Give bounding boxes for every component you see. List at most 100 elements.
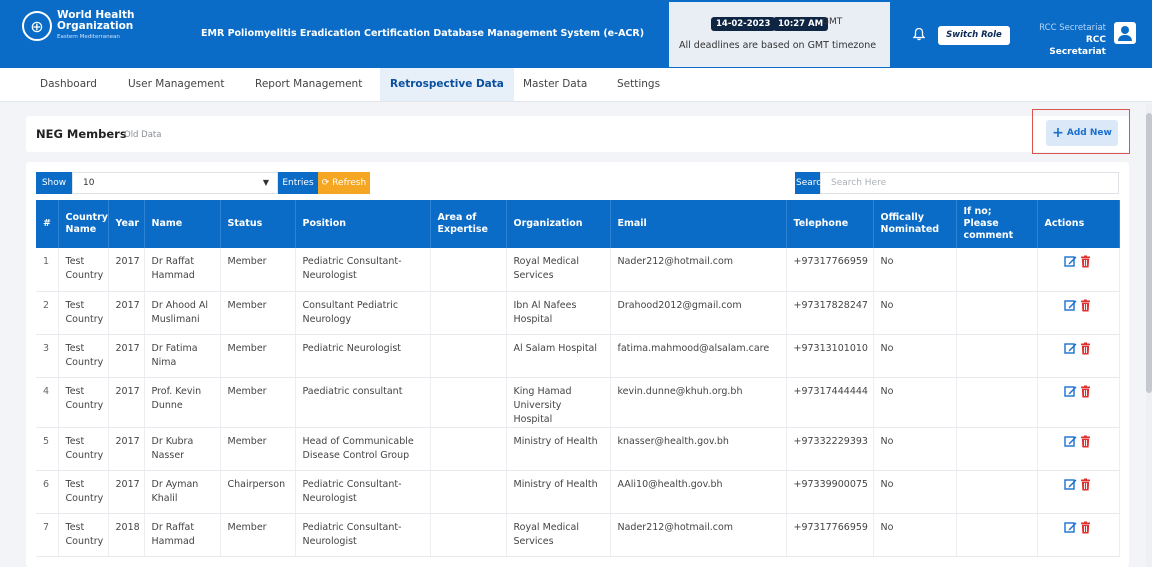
user-role-bottom: RCC Secretariat bbox=[1049, 35, 1106, 57]
edit-icon[interactable] bbox=[1064, 255, 1077, 268]
table-row: 4 Test Country 2017 Prof. Kevin Dunne Member… bbox=[36, 377, 1120, 428]
actions-cell bbox=[1037, 248, 1120, 292]
comment-cell bbox=[956, 427, 1038, 471]
organization-cell: Ministry of Health bbox=[506, 427, 611, 471]
col-header-country[interactable]: Country Name bbox=[58, 200, 109, 248]
col-header-comment[interactable]: If no; Please comment bbox=[956, 200, 1038, 248]
row-number: 2 bbox=[36, 291, 59, 335]
nominated-cell: No bbox=[873, 427, 957, 471]
col-header-actions: Actions bbox=[1037, 200, 1120, 248]
year-cell: 2017 bbox=[108, 248, 145, 292]
area-cell bbox=[430, 291, 507, 335]
system-title: EMR Poliomyelitis Eradication Certificat… bbox=[201, 28, 645, 39]
email-cell: Drahood2012@gmail.com bbox=[610, 291, 787, 335]
edit-icon[interactable] bbox=[1064, 521, 1077, 534]
col-header-year[interactable]: Year bbox=[108, 200, 145, 248]
col-header-position[interactable]: Position bbox=[295, 200, 431, 248]
bell-icon[interactable] bbox=[912, 27, 926, 41]
area-cell bbox=[430, 427, 507, 471]
refresh-button[interactable]: ⟳ Refresh bbox=[318, 172, 370, 194]
delete-icon[interactable] bbox=[1079, 435, 1092, 448]
show-label: Show bbox=[36, 172, 72, 194]
telephone-cell: +97332229393 bbox=[786, 427, 874, 471]
col-header-area[interactable]: Area of Expertise bbox=[430, 200, 507, 248]
main-nav: Dashboard User Management Report Managem… bbox=[0, 68, 1152, 102]
delete-icon[interactable] bbox=[1079, 385, 1092, 398]
delete-icon[interactable] bbox=[1079, 478, 1092, 491]
switch-role-button[interactable]: Switch Role bbox=[938, 26, 1010, 45]
user-avatar-icon[interactable] bbox=[1114, 22, 1136, 44]
actions-cell bbox=[1037, 470, 1120, 514]
nav-report-management[interactable]: Report Management bbox=[245, 68, 372, 101]
country-cell: Test Country bbox=[58, 513, 109, 557]
telephone-cell: +97317828247 bbox=[786, 291, 874, 335]
actions-cell bbox=[1037, 427, 1120, 471]
nominated-cell: No bbox=[873, 470, 957, 514]
delete-icon[interactable] bbox=[1079, 255, 1092, 268]
email-cell: kevin.dunne@khuh.org.bh bbox=[610, 377, 787, 428]
table-row: 6 Test Country 2017 Dr Ayman Khalil Chairper… bbox=[36, 470, 1120, 514]
scrollbar-thumb[interactable] bbox=[1146, 113, 1152, 393]
col-header-name[interactable]: Name bbox=[144, 200, 221, 248]
telephone-cell: +97339900075 bbox=[786, 470, 874, 514]
col-header-telephone[interactable]: Telephone bbox=[786, 200, 874, 248]
area-cell bbox=[430, 248, 507, 292]
edit-icon[interactable] bbox=[1064, 435, 1077, 448]
telephone-cell: +97317766959 bbox=[786, 513, 874, 557]
add-new-button[interactable]: + Add New bbox=[1046, 120, 1118, 146]
col-header-email[interactable]: Email bbox=[610, 200, 787, 248]
col-header-nominated[interactable]: Offically Nominated bbox=[873, 200, 957, 248]
who-logo[interactable]: ⊕ World Health Organization Eastern Medi… bbox=[22, 9, 150, 42]
email-cell: AAli10@health.gov.bh bbox=[610, 470, 787, 514]
timezone-label: GMT bbox=[822, 17, 843, 27]
col-header-status[interactable]: Status bbox=[220, 200, 296, 248]
status-cell: Member bbox=[220, 513, 296, 557]
position-cell: Head of Communicable Disease Control Gro… bbox=[295, 427, 431, 471]
name-cell: Dr Raffat Hammad bbox=[144, 248, 221, 292]
name-cell: Dr Fatima Nima bbox=[144, 334, 221, 378]
email-cell: Nader212@hotmail.com bbox=[610, 513, 787, 557]
area-cell bbox=[430, 513, 507, 557]
actions-cell bbox=[1037, 513, 1120, 557]
col-header-number[interactable]: # bbox=[36, 200, 59, 248]
table-row: 1 Test Country 2017 Dr Raffat Hammad Member P… bbox=[36, 248, 1120, 292]
row-number: 6 bbox=[36, 470, 59, 514]
col-header-organization[interactable]: Organization bbox=[506, 200, 611, 248]
deadline-note: All deadlines are based on GMT timezone bbox=[679, 40, 877, 51]
edit-icon[interactable] bbox=[1064, 299, 1077, 312]
page-size-select[interactable]: 10 ▼ bbox=[72, 172, 278, 194]
row-number: 1 bbox=[36, 248, 59, 292]
comment-cell bbox=[956, 291, 1038, 335]
row-number: 4 bbox=[36, 377, 59, 428]
logo-line3: Eastern Mediterranean bbox=[57, 33, 120, 40]
nav-dashboard[interactable]: Dashboard bbox=[30, 68, 107, 101]
organization-cell: Ibn Al Nafees Hospital bbox=[506, 291, 611, 335]
organization-cell: King Hamad University Hospital bbox=[506, 377, 611, 428]
add-new-label: Add New bbox=[1066, 128, 1112, 138]
row-number: 3 bbox=[36, 334, 59, 378]
position-cell: Pediatric Consultant- Neurologist bbox=[295, 470, 431, 514]
nav-retrospective-data[interactable]: Retrospective Data bbox=[380, 68, 514, 101]
nominated-cell: No bbox=[873, 248, 957, 292]
top-header: ⊕ World Health Organization Eastern Medi… bbox=[0, 0, 1152, 68]
refresh-icon: ⟳ bbox=[321, 178, 330, 188]
telephone-cell: +97313101010 bbox=[786, 334, 874, 378]
nav-master-data[interactable]: Master Data bbox=[513, 68, 597, 101]
organization-cell: Al Salam Hospital bbox=[506, 334, 611, 378]
page-scrollbar[interactable] bbox=[1146, 103, 1152, 567]
status-cell: Member bbox=[220, 377, 296, 428]
country-cell: Test Country bbox=[58, 377, 109, 428]
year-cell: 2017 bbox=[108, 470, 145, 514]
edit-icon[interactable] bbox=[1064, 342, 1077, 355]
edit-icon[interactable] bbox=[1064, 385, 1077, 398]
delete-icon[interactable] bbox=[1079, 299, 1092, 312]
nav-user-management[interactable]: User Management bbox=[118, 68, 234, 101]
status-cell: Member bbox=[220, 334, 296, 378]
user-role-info[interactable]: RCC Secretariat RCC Secretariat bbox=[1030, 22, 1106, 58]
search-input[interactable] bbox=[820, 172, 1119, 194]
delete-icon[interactable] bbox=[1079, 342, 1092, 355]
user-role-top: RCC Secretariat bbox=[1039, 23, 1106, 33]
nav-settings[interactable]: Settings bbox=[607, 68, 670, 101]
edit-icon[interactable] bbox=[1064, 478, 1077, 491]
delete-icon[interactable] bbox=[1079, 521, 1092, 534]
